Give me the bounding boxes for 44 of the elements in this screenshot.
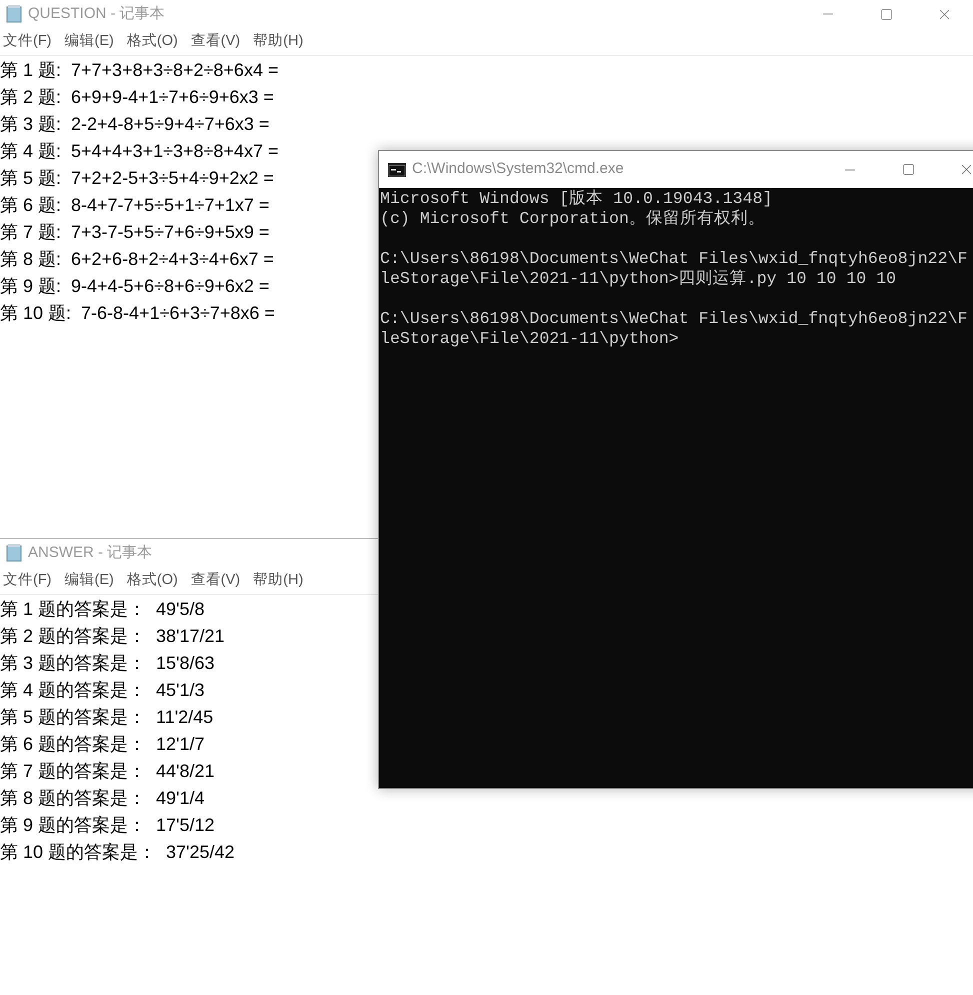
- terminal-icon: [388, 162, 406, 176]
- maximize-icon[interactable]: [902, 163, 914, 176]
- menu-item[interactable]: 帮助(H): [253, 570, 304, 592]
- text-line: 第 3 题: 2-2+4-8+5÷9+4÷7+6x3 =: [0, 113, 270, 136]
- text-line: 第 5 题: 7+2+2-5+3÷5+4÷9+2x2 =: [0, 167, 274, 190]
- console-line: leStorage\File\2021-11\python>四则运算.py 10 10 10 10: [380, 269, 896, 289]
- text-line: 第 8 题的答案是： 49'1/4: [0, 787, 204, 810]
- menu-item[interactable]: 编辑(E): [64, 570, 114, 592]
- text-line: 第 3 题的答案是： 15'8/63: [0, 652, 215, 675]
- console-line: Microsoft Windows [版本 10.0.19043.1348]: [380, 189, 772, 209]
- menu-item[interactable]: 帮助(H): [253, 30, 304, 52]
- menu-item[interactable]: 查看(V): [190, 30, 240, 52]
- text-line: 第 2 题的答案是： 38'17/21: [0, 625, 225, 648]
- text-line: 第 4 题: 5+4+4+3+1÷3+8÷8+4x7 =: [0, 140, 278, 163]
- menu-item[interactable]: 格式(O): [126, 570, 178, 592]
- window-title: ANSWER - 记事本: [28, 542, 152, 563]
- console-line: C:\Users\86198\Documents\WeChat Files\wxid_fnqtyh6eo8jn22\F: [380, 249, 968, 269]
- console-line: leStorage\File\2021-11\python>: [380, 329, 679, 349]
- text-line: 第 6 题: 8-4+7-7+5÷5+1÷7+1x7 =: [0, 194, 270, 217]
- maximize-icon[interactable]: [880, 8, 892, 20]
- text-line: 第 1 题: 7+7+3+8+3÷8+2÷8+6x4 =: [0, 59, 278, 82]
- text-line: 第 8 题: 6+2+6-8+2÷4+3÷4+6x7 =: [0, 248, 274, 271]
- text-line: 第 7 题的答案是： 44'8/21: [0, 760, 215, 783]
- text-line: 第 5 题的答案是： 11'2/45: [0, 706, 214, 729]
- console-line: C:\Users\86198\Documents\WeChat Files\wxid_fnqtyh6eo8jn22\F: [380, 309, 968, 329]
- text-line: 第 6 题的答案是： 12'1/7: [0, 733, 204, 756]
- notepad-icon: [6, 544, 22, 562]
- text-line: 第 10 题: 7-6-8-4+1÷6+3÷7+8x6 =: [0, 302, 275, 325]
- menu-item[interactable]: 文件(F): [3, 570, 52, 592]
- console-line: (c) Microsoft Corporation。保留所有权利。: [380, 209, 765, 229]
- text-line: 第 7 题: 7+3-7-5+5÷7+6÷9+5x9 =: [0, 221, 270, 244]
- text-line: 第 1 题的答案是： 49'5/8: [0, 598, 204, 621]
- text-line: 第 9 题: 9-4+4-5+6÷8+6÷9+6x2 =: [0, 275, 270, 298]
- text-line: 第 2 题: 6+9+9-4+1÷7+6÷9+6x3 =: [0, 86, 274, 109]
- text-line: 第 9 题的答案是： 17'5/12: [0, 814, 215, 837]
- notepad-icon: [6, 5, 22, 23]
- menu-item[interactable]: 格式(O): [126, 30, 178, 52]
- menu-item[interactable]: 查看(V): [190, 570, 240, 592]
- menu-item[interactable]: 文件(F): [3, 30, 52, 52]
- menu-item[interactable]: 编辑(E): [64, 30, 114, 52]
- text-line: 第 10 题的答案是： 37'25/42: [0, 841, 235, 864]
- window-title: QUESTION - 记事本: [28, 4, 165, 24]
- text-line: 第 4 题的答案是： 45'1/3: [0, 679, 204, 702]
- window-title: C:\Windows\System32\cmd.exe: [412, 159, 624, 180]
